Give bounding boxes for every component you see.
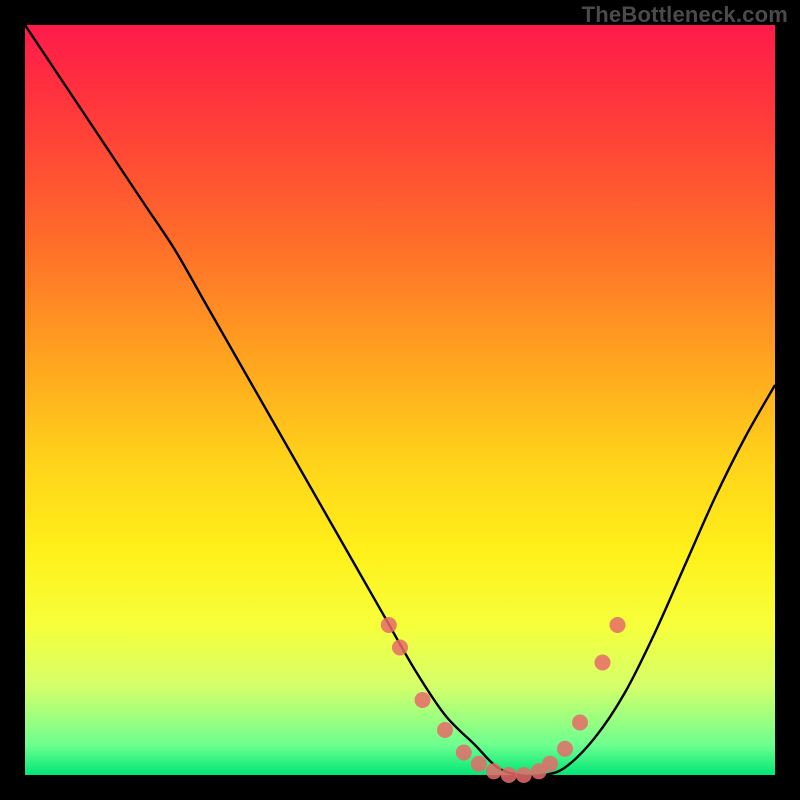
highlight-marker <box>437 722 453 738</box>
highlight-marker <box>516 767 532 783</box>
highlight-marker <box>381 617 397 633</box>
bottleneck-curve <box>25 25 775 776</box>
plot-area <box>25 25 775 775</box>
highlight-marker <box>595 655 611 671</box>
highlight-marker <box>471 756 487 772</box>
highlight-marker <box>572 715 588 731</box>
highlight-marker <box>486 763 502 779</box>
highlight-marker <box>415 692 431 708</box>
highlight-marker <box>501 767 517 783</box>
highlight-marker <box>557 741 573 757</box>
highlight-marker <box>456 745 472 761</box>
chart-frame: TheBottleneck.com <box>0 0 800 800</box>
highlight-marker-group <box>381 617 626 783</box>
chart-svg <box>25 25 775 775</box>
highlight-marker <box>392 640 408 656</box>
highlight-marker <box>610 617 626 633</box>
highlight-marker <box>542 756 558 772</box>
